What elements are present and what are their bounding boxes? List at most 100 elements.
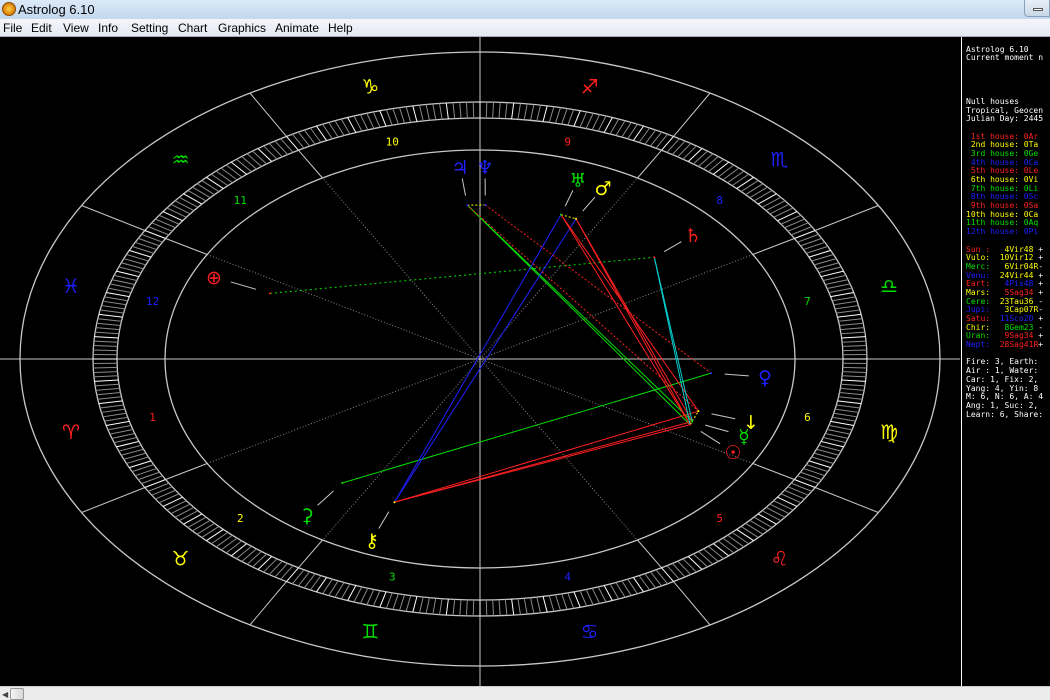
- sign-boundary-line: [249, 581, 287, 626]
- planet-sign: +: [1038, 331, 1044, 341]
- degree-tick: [841, 379, 866, 382]
- sign-capricorn-icon: ♑: [361, 75, 379, 99]
- planet-point: [710, 372, 713, 375]
- degree-tick: [842, 345, 867, 347]
- planet-sign: +: [1038, 253, 1044, 263]
- stat-text: Car: 1, Fix: 2,: [966, 374, 1039, 384]
- degree-tick: [682, 558, 697, 573]
- degree-tick: [832, 416, 856, 422]
- degree-tick: [263, 145, 278, 160]
- degree-tick: [155, 218, 176, 229]
- stat-text: M: 6, N: 6, A: 4: [966, 392, 1044, 402]
- degree-tick: [93, 340, 118, 343]
- degree-tick: [818, 444, 842, 452]
- horizontal-scrollbar[interactable]: ◀: [0, 686, 1050, 700]
- degree-tick: [833, 300, 858, 306]
- minimize-button[interactable]: [1024, 0, 1050, 17]
- degree-tick: [842, 349, 867, 352]
- degree-tick: [773, 207, 794, 218]
- degree-tick: [166, 207, 187, 218]
- scroll-left-icon[interactable]: ◀: [2, 690, 8, 699]
- house-number: 10: [386, 136, 399, 149]
- menu-setting[interactable]: Setting: [131, 21, 168, 35]
- degree-tick: [609, 118, 620, 135]
- planet-value: 11Sco20: [994, 314, 1039, 323]
- planet-mars-icon: ♂: [594, 178, 611, 200]
- degree-tick: [677, 143, 692, 158]
- menu-info[interactable]: Info: [98, 21, 118, 35]
- degree-tick: [722, 167, 740, 181]
- house-number: 9: [564, 136, 571, 149]
- degree-tick: [830, 420, 854, 427]
- degree-tick: [840, 327, 865, 331]
- degree-tick: [713, 161, 730, 175]
- menu-edit[interactable]: Edit: [31, 21, 52, 35]
- degree-tick: [225, 540, 243, 554]
- degree-tick: [274, 563, 289, 578]
- house-value: 0Ta: [1023, 140, 1039, 150]
- degree-tick: [93, 371, 118, 373]
- degree-tick: [116, 270, 140, 278]
- degree-tick: [579, 111, 588, 128]
- degree-tick: [359, 587, 369, 604]
- degree-tick: [567, 109, 575, 126]
- astrolog-icon[interactable]: [2, 2, 16, 16]
- planet-pointer-line: [705, 424, 729, 433]
- menu-animate[interactable]: Animate: [275, 21, 319, 35]
- degree-tick: [439, 598, 443, 615]
- degree-tick: [825, 432, 849, 439]
- menu-file[interactable]: File: [3, 21, 22, 35]
- degree-tick: [106, 291, 130, 298]
- degree-tick: [102, 412, 127, 418]
- degree-tick: [841, 336, 866, 339]
- degree-tick: [215, 170, 233, 184]
- degree-tick: [542, 105, 548, 122]
- sign-cancer-icon: ♋: [581, 619, 599, 643]
- degree-tick: [573, 591, 581, 608]
- minimize-icon: [1033, 8, 1043, 11]
- house-label: 9th house:: [966, 201, 1024, 211]
- degree-tick: [765, 200, 786, 212]
- menu-graphics[interactable]: Graphics: [218, 21, 266, 35]
- planet-point: [466, 204, 469, 207]
- degree-tick: [372, 590, 381, 607]
- house-label: 2nd house:: [966, 140, 1024, 150]
- stat-text: Ang: 1, Suc: 2,: [966, 400, 1039, 410]
- menu-help[interactable]: Help: [328, 21, 353, 35]
- degree-tick: [492, 102, 495, 119]
- sign-gemini-icon: ♊: [361, 619, 379, 643]
- degree-tick: [104, 416, 128, 422]
- aspect-line-square: [575, 218, 691, 425]
- menu-view[interactable]: View: [63, 21, 89, 35]
- planet-sign: -: [1038, 322, 1044, 332]
- degree-tick: [834, 305, 859, 310]
- house-label: 5th house:: [966, 166, 1024, 176]
- degree-tick: [504, 599, 508, 616]
- scroll-thumb[interactable]: [10, 688, 24, 700]
- degree-tick: [220, 537, 238, 551]
- degree-tick: [765, 506, 786, 518]
- sign-pisces-icon: ♓: [62, 274, 80, 298]
- degree-tick: [412, 596, 418, 613]
- degree-tick: [777, 496, 798, 507]
- degree-tick: [717, 164, 735, 178]
- degree-tick: [366, 113, 375, 129]
- degree-tick: [823, 436, 847, 444]
- planet-value: 28Sag41R: [994, 340, 1039, 350]
- planet-value: 5Sag34: [994, 287, 1039, 297]
- degree-tick: [561, 593, 568, 610]
- degree-tick: [263, 558, 278, 573]
- menu-chart[interactable]: Chart: [178, 21, 207, 35]
- sign-boundary-line: [814, 205, 879, 231]
- degree-tick: [353, 586, 363, 603]
- degree-tick: [118, 266, 142, 274]
- degree-tick: [740, 525, 759, 538]
- degree-tick: [366, 589, 375, 605]
- degree-tick: [148, 226, 170, 236]
- degree-tick: [340, 118, 351, 135]
- degree-tick: [615, 120, 626, 136]
- degree-tick: [96, 392, 121, 396]
- degree-tick: [504, 102, 508, 119]
- degree-tick: [827, 428, 851, 435]
- degree-tick: [828, 287, 853, 294]
